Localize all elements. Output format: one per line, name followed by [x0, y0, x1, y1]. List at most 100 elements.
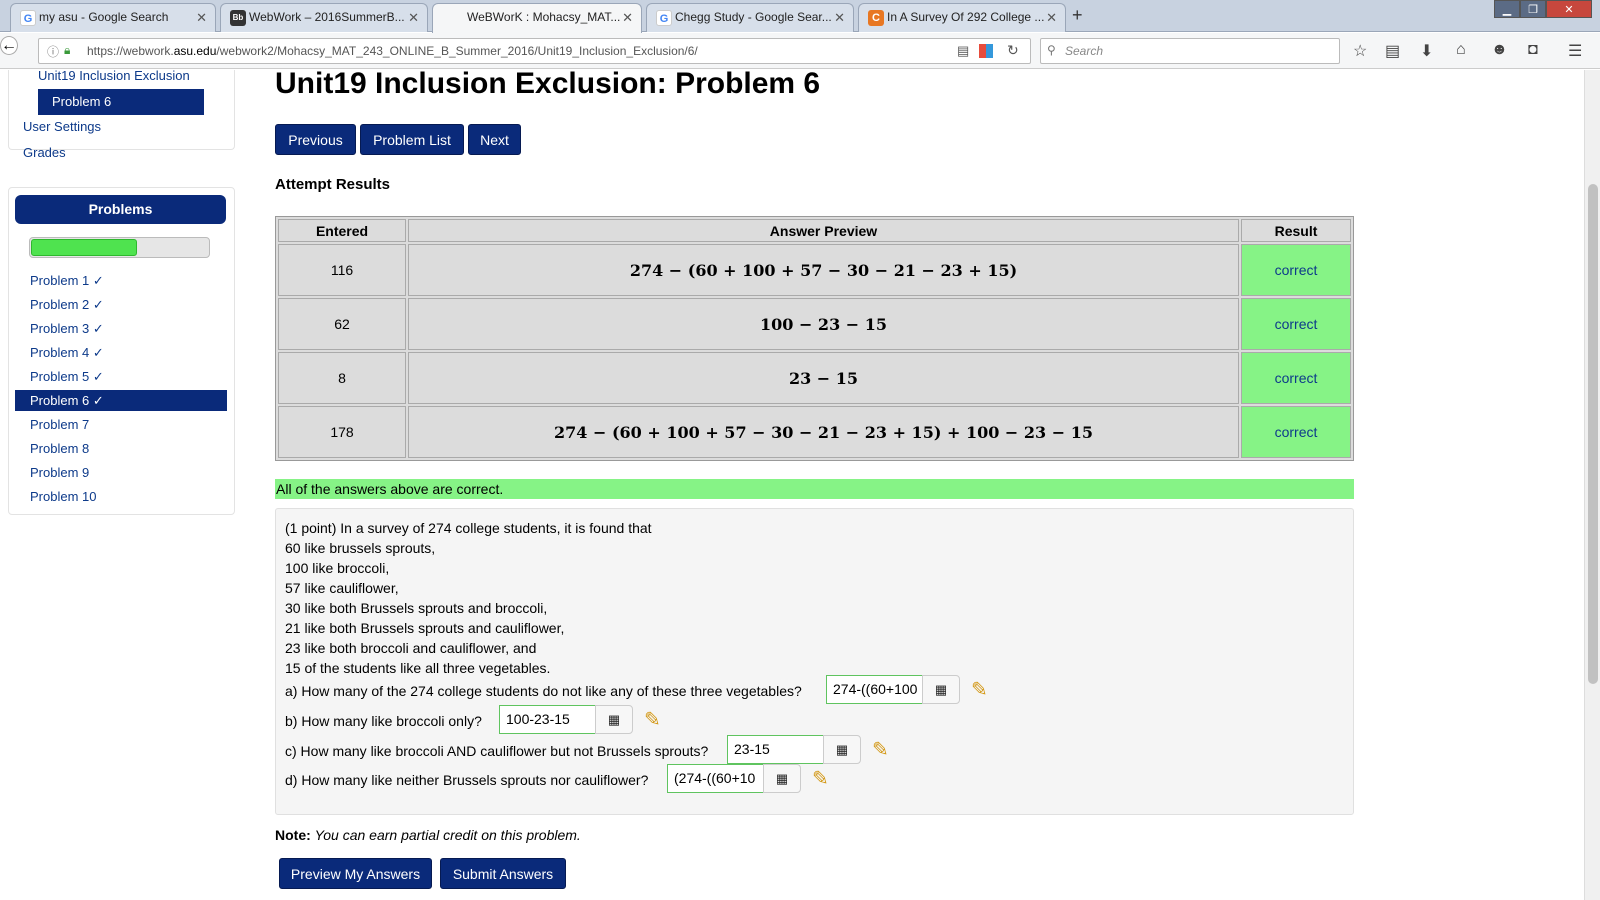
progress-bar-fill	[31, 239, 137, 256]
page-content: Unit19 Inclusion Exclusion Problem 6 Use…	[0, 70, 1584, 900]
equation-editor-grid-icon[interactable]: ▦	[922, 675, 960, 704]
entered-cell: 116	[278, 244, 406, 296]
result-cell: correct	[1241, 406, 1351, 458]
vertical-scrollbar[interactable]	[1584, 70, 1600, 900]
menu-icon[interactable]: ☰	[1568, 41, 1582, 61]
column-header-answer-preview: Answer Preview	[408, 219, 1239, 242]
answer-preview-cell: 274 − (60 + 100 + 57 − 30 − 21 − 23 + 15…	[408, 244, 1239, 296]
preview-answers-button[interactable]: Preview My Answers	[279, 858, 432, 889]
problem-list-button[interactable]: Problem List	[360, 124, 464, 155]
problem-text-line: 60 like brussels sprouts,	[285, 540, 436, 556]
answer-c-input[interactable]: 23-15	[727, 735, 824, 764]
sidebar-item-problem-7[interactable]: Problem 7	[15, 414, 227, 435]
browser-tab-2[interactable]: Bb WebWork – 2016SummerB... ✕	[220, 3, 428, 32]
sidebar-unit-link[interactable]: Unit19 Inclusion Exclusion	[38, 70, 190, 83]
reload-icon[interactable]: ↻	[1007, 42, 1019, 59]
close-icon[interactable]: ✕	[408, 4, 419, 31]
sidebar-current-problem[interactable]: Problem 6	[38, 89, 204, 115]
sidebar-item-problem-8[interactable]: Problem 8	[15, 438, 227, 459]
answer-b-input[interactable]: 100-23-15	[499, 705, 596, 734]
equation-editor-grid-icon[interactable]: ▦	[595, 705, 633, 734]
pocket-icon[interactable]: ◘	[1528, 41, 1538, 59]
pencil-icon[interactable]: ✎	[872, 737, 889, 762]
minimize-icon[interactable]: ▁	[1494, 0, 1520, 18]
browser-tab-4[interactable]: G Chegg Study - Google Sear... ✕	[646, 3, 854, 32]
extension-icon[interactable]	[979, 44, 993, 58]
tab-title: my asu - Google Search	[39, 10, 169, 24]
entered-cell: 178	[278, 406, 406, 458]
browser-nav-bar: ← ⓘ 🔒︎ https://webwork.asu.edu/webwork2/…	[0, 33, 1600, 69]
pencil-icon[interactable]: ✎	[971, 677, 988, 702]
entered-cell: 62	[278, 298, 406, 350]
maximize-icon[interactable]: ❐	[1520, 0, 1546, 18]
back-arrow-icon[interactable]: ←	[0, 36, 18, 55]
question-a-label: a) How many of the 274 college students …	[285, 683, 802, 699]
sidebar-item-problem-10[interactable]: Problem 10	[15, 486, 227, 507]
equation-editor-grid-icon[interactable]: ▦	[823, 735, 861, 764]
scrollbar-thumb[interactable]	[1588, 184, 1598, 684]
browser-tab-1[interactable]: G my asu - Google Search ✕	[10, 3, 216, 32]
attempt-results-heading: Attempt Results	[275, 176, 391, 193]
submit-answers-button[interactable]: Submit Answers	[440, 858, 566, 889]
search-bar[interactable]: ⚲ Search	[1040, 38, 1340, 64]
chat-icon[interactable]: ☻	[1491, 41, 1508, 59]
close-icon[interactable]: ✕	[196, 4, 207, 31]
sidebar-item-problem-5[interactable]: Problem 5 ✓	[15, 366, 227, 387]
sidebar-grades[interactable]: Grades	[23, 145, 66, 160]
pencil-icon[interactable]: ✎	[812, 766, 829, 791]
browser-tab-3-active[interactable]: WeBWorK : Mohacsy_MAT... ✕	[432, 3, 642, 33]
info-icon[interactable]: ⓘ	[47, 43, 59, 60]
problems-header: Problems	[15, 195, 226, 224]
sidebar-item-problem-2[interactable]: Problem 2 ✓	[15, 294, 227, 315]
table-row: 62 100 − 23 − 15 correct	[278, 298, 1351, 350]
column-header-result: Result	[1241, 219, 1351, 242]
bookmarks-list-icon[interactable]: ▤	[1385, 41, 1400, 61]
url-text[interactable]: https://webwork.asu.edu/webwork2/Mohacsy…	[87, 44, 698, 58]
sidebar-item-problem-3[interactable]: Problem 3 ✓	[15, 318, 227, 339]
close-icon[interactable]: ✕	[622, 4, 633, 31]
search-icon: ⚲	[1047, 43, 1056, 57]
sidebar-item-problem-1[interactable]: Problem 1 ✓	[15, 270, 227, 291]
answer-d-input[interactable]: (274-((60+10	[667, 764, 764, 793]
problems-panel: Problems Problem 1 ✓ Problem 2 ✓ Problem 3…	[8, 187, 235, 515]
sidebar-item-problem-4[interactable]: Problem 4 ✓	[15, 342, 227, 363]
url-prefix: https://webwork.	[87, 44, 174, 58]
note-text: You can earn partial credit on this prob…	[314, 827, 581, 843]
sidebar-item-problem-6[interactable]: Problem 6 ✓	[15, 390, 227, 411]
problem-text-line: 57 like cauliflower,	[285, 580, 399, 596]
note-label: Note:	[275, 827, 311, 843]
tab-title: In A Survey Of 292 College ...	[887, 10, 1045, 24]
pencil-icon[interactable]: ✎	[644, 707, 661, 732]
google-icon: G	[20, 10, 36, 26]
attempt-results-table: Entered Answer Preview Result 116 274 − …	[275, 216, 1354, 461]
answer-a-input[interactable]: 274-((60+100	[826, 675, 923, 704]
browser-tab-5[interactable]: C In A Survey Of 292 College ... ✕	[858, 3, 1066, 32]
previous-button[interactable]: Previous	[275, 124, 356, 155]
url-bar[interactable]: ⓘ 🔒︎ https://webwork.asu.edu/webwork2/Mo…	[38, 38, 1031, 64]
problem-text-line: 100 like broccoli,	[285, 560, 390, 576]
download-icon[interactable]: ⬇	[1420, 41, 1433, 61]
tab-title: WeBWorK : Mohacsy_MAT...	[467, 10, 621, 24]
table-row: 178 274 − (60 + 100 + 57 − 30 − 21 − 23 …	[278, 406, 1351, 458]
home-icon[interactable]: ⌂	[1456, 41, 1466, 59]
blackboard-icon: Bb	[230, 10, 246, 26]
close-icon[interactable]: ✕	[834, 4, 845, 31]
sidebar-item-problem-9[interactable]: Problem 9	[15, 462, 227, 483]
sidebar-user-settings[interactable]: User Settings	[23, 119, 101, 134]
next-button[interactable]: Next	[468, 124, 521, 155]
sidebar-nav: Unit19 Inclusion Exclusion Problem 6 Use…	[8, 70, 235, 160]
tab-title: WebWork – 2016SummerB...	[249, 10, 405, 24]
column-header-entered: Entered	[278, 219, 406, 242]
reader-view-icon[interactable]: ▤	[957, 43, 969, 59]
equation-editor-grid-icon[interactable]: ▦	[763, 764, 801, 793]
entered-cell: 8	[278, 352, 406, 404]
window-close-icon[interactable]: ✕	[1546, 0, 1592, 18]
problem-statement: (1 point) In a survey of 274 college stu…	[275, 508, 1354, 815]
search-input[interactable]: Search	[1065, 44, 1103, 58]
new-tab-icon[interactable]: +	[1072, 5, 1083, 26]
close-icon[interactable]: ✕	[1046, 4, 1057, 31]
answer-preview-cell: 274 − (60 + 100 + 57 − 30 − 21 − 23 + 15…	[408, 406, 1239, 458]
bookmark-star-icon[interactable]: ☆	[1353, 41, 1367, 61]
chegg-icon: C	[868, 10, 884, 26]
google-icon: G	[656, 10, 672, 26]
